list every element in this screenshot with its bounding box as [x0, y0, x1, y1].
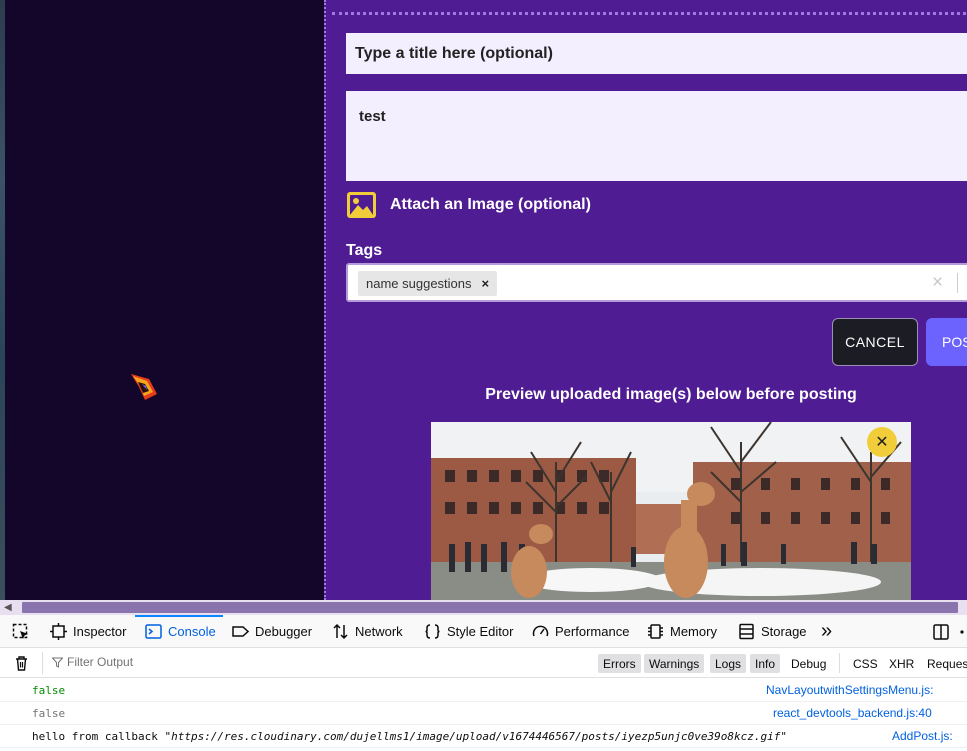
- filter-logs[interactable]: Logs: [710, 654, 747, 673]
- inspector-icon: [50, 623, 67, 640]
- filter-info[interactable]: Info: [750, 654, 781, 673]
- tab-style-editor-label: Style Editor: [447, 624, 514, 639]
- network-icon: [333, 623, 348, 640]
- console-filter-bar: Filter Output Errors Warnings Logs Info …: [0, 648, 967, 678]
- tab-memory[interactable]: Memory: [647, 615, 717, 648]
- tag-chip: name suggestions ×: [358, 271, 498, 296]
- filter-icon: [52, 657, 63, 668]
- log-source-link[interactable]: react_devtools_backend.js:40: [773, 706, 932, 720]
- title-input[interactable]: Type a title here (optional): [346, 33, 967, 74]
- log-message: false: [32, 706, 66, 720]
- post-button[interactable]: POS: [926, 318, 967, 366]
- cancel-button[interactable]: CANCEL: [832, 318, 918, 366]
- tab-console-label: Console: [168, 624, 216, 639]
- filter-debug[interactable]: Debug: [786, 654, 831, 673]
- preview-heading: Preview uploaded image(s) below before p…: [485, 386, 857, 403]
- tab-storage-label: Storage: [761, 624, 807, 639]
- log-message: false: [32, 683, 66, 697]
- console-icon: [145, 624, 162, 639]
- preview-image: [431, 422, 911, 600]
- attach-image-label: Attach an Image (optional): [390, 196, 591, 213]
- tab-inspector[interactable]: Inspector: [50, 615, 126, 648]
- log-message: hello from callback "https://res.cloudin…: [32, 730, 787, 743]
- body-textarea[interactable]: test: [346, 91, 967, 181]
- tab-style-editor[interactable]: Style Editor: [424, 615, 513, 648]
- console-log-row: false react_devtools_backend.js:40: [0, 702, 967, 725]
- create-post-form: Type a title here (optional) test Attach…: [324, 0, 967, 600]
- tags-label: Tags: [346, 242, 383, 259]
- close-icon[interactable]: ×: [482, 276, 490, 291]
- tab-storage[interactable]: Storage: [738, 615, 807, 648]
- logo-icon: [131, 374, 157, 400]
- picker-icon[interactable]: [12, 623, 30, 641]
- horizontal-scrollbar[interactable]: ◀: [0, 600, 967, 615]
- style-editor-icon: [425, 624, 440, 639]
- filter-separator: [42, 652, 43, 674]
- tab-debugger-label: Debugger: [255, 624, 313, 639]
- dock-icon[interactable]: [932, 623, 950, 641]
- tags-select[interactable]: name suggestions × ×: [346, 263, 967, 302]
- debugger-icon: [232, 626, 249, 637]
- filter-warnings[interactable]: Warnings: [644, 654, 705, 673]
- filter-errors[interactable]: Errors: [598, 654, 641, 673]
- filter-requests[interactable]: Request: [922, 654, 967, 673]
- attach-image-button[interactable]: Attach an Image (optional): [346, 190, 591, 220]
- scroll-left-icon[interactable]: ◀: [4, 600, 12, 615]
- remove-image-button[interactable]: ✕: [867, 427, 897, 457]
- tab-performance-label: Performance: [555, 624, 630, 639]
- tab-console[interactable]: Console: [145, 615, 216, 648]
- tab-memory-label: Memory: [670, 624, 717, 639]
- overflow-icon: »: [821, 620, 833, 642]
- log-message-text: hello from callback: [32, 729, 165, 743]
- close-icon: ✕: [875, 434, 889, 451]
- filter-css[interactable]: CSS: [848, 654, 883, 673]
- dotted-divider: [332, 12, 967, 15]
- clear-tags-icon[interactable]: ×: [932, 272, 943, 294]
- log-source-link[interactable]: NavLayoutwithSettingsMenu.js:: [766, 683, 933, 697]
- image-icon: [347, 192, 376, 218]
- storage-icon: [739, 623, 754, 640]
- log-message-string: "https://res.cloudinary.com/dujellms1/im…: [164, 729, 787, 743]
- scrollbar-thumb[interactable]: [22, 602, 958, 613]
- tabs-overflow-button[interactable]: »: [821, 615, 832, 648]
- filter-xhr[interactable]: XHR: [884, 654, 919, 673]
- level-separator: [839, 653, 840, 673]
- tab-debugger[interactable]: Debugger: [232, 615, 312, 648]
- tag-chip-label: name suggestions: [366, 276, 472, 291]
- left-panel: [5, 0, 324, 600]
- devtools-panel: Inspector Console Debugger Network Style…: [0, 615, 967, 751]
- tab-inspector-label: Inspector: [73, 624, 127, 639]
- memory-icon: [648, 624, 663, 639]
- performance-icon: [532, 625, 549, 637]
- filter-placeholder: Filter Output: [67, 655, 134, 669]
- console-log-row: hello from callback "https://res.cloudin…: [0, 725, 967, 748]
- more-icon[interactable]: [958, 623, 966, 641]
- tab-performance[interactable]: Performance: [532, 615, 629, 648]
- tab-network[interactable]: Network: [332, 615, 403, 648]
- tags-separator: [957, 273, 958, 293]
- log-source-link[interactable]: AddPost.js:: [892, 729, 953, 743]
- devtools-toolbar: Inspector Console Debugger Network Style…: [0, 615, 967, 648]
- tab-network-label: Network: [355, 624, 403, 639]
- filter-output-input[interactable]: Filter Output: [52, 655, 133, 669]
- console-log-row: false NavLayoutwithSettingsMenu.js:: [0, 679, 967, 702]
- trash-icon[interactable]: [13, 655, 30, 672]
